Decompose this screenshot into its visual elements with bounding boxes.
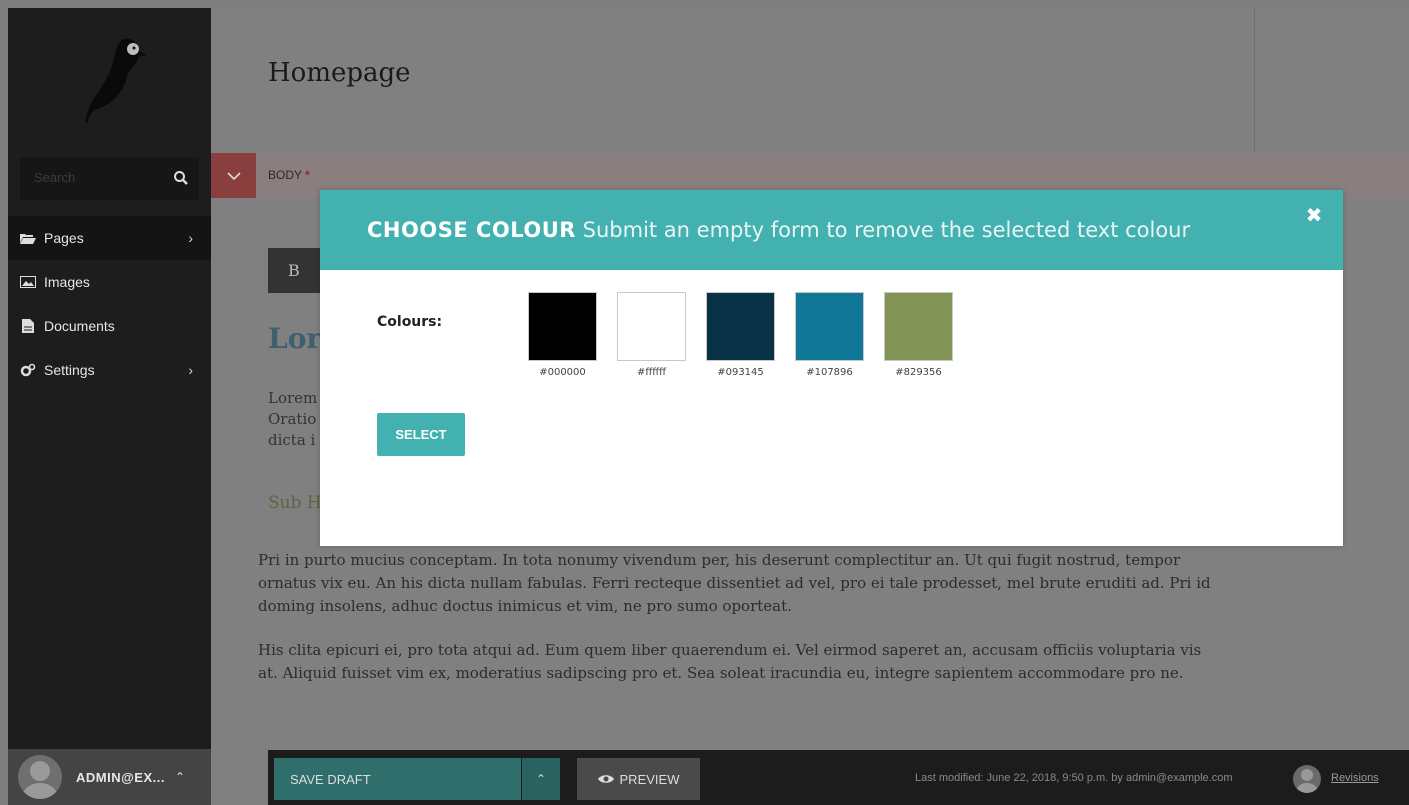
eye-icon: [597, 774, 614, 784]
content-heading: Lor: [268, 322, 322, 355]
search-placeholder: Search: [34, 170, 76, 185]
close-icon[interactable]: ✖: [1305, 205, 1323, 225]
swatch-option[interactable]: #000000: [528, 292, 597, 378]
colour-swatch[interactable]: [884, 292, 953, 361]
swatch-code: #107896: [806, 367, 853, 378]
folder-open-icon: [20, 231, 36, 245]
swatch-code: #000000: [539, 367, 586, 378]
preview-button[interactable]: PREVIEW: [577, 758, 700, 800]
swatch-option[interactable]: #ffffff: [617, 292, 686, 378]
paragraph-line: Lorem: [268, 389, 318, 407]
sidebar-item-pages[interactable]: Pages ›: [8, 216, 211, 260]
header-divider: [1254, 8, 1255, 153]
sidebar-item-settings[interactable]: Settings ›: [8, 348, 211, 392]
sidebar-item-documents[interactable]: Documents: [8, 304, 211, 348]
sidebar-item-label: Pages: [44, 230, 84, 246]
page-title: Homepage: [268, 58, 411, 88]
modal-title-sub: Submit an empty form to remove the selec…: [582, 218, 1191, 242]
search-icon[interactable]: [173, 170, 189, 186]
field-label-text: BODY: [268, 168, 302, 182]
sidebar-item-label: Settings: [44, 362, 95, 378]
swatch-option[interactable]: #829356: [884, 292, 953, 378]
avatar: [1293, 765, 1321, 793]
image-icon: [20, 275, 36, 289]
sidebar: Search Pages › Images Documents Settings…: [8, 8, 211, 805]
chevron-up-icon: ⌃: [535, 772, 547, 786]
select-button[interactable]: SELECT: [377, 413, 465, 456]
paragraph-line: Oratio: [268, 410, 317, 428]
collapse-toggle-button[interactable]: [211, 153, 256, 198]
more-actions-toggle[interactable]: ⌃: [522, 758, 560, 800]
chevron-right-icon: ›: [188, 230, 193, 246]
content-paragraph-3: His clita epicuri ei, pro tota atqui ad.…: [258, 641, 1202, 682]
colour-swatches: #000000 #ffffff #093145 #107896 #829356: [528, 292, 973, 378]
content-paragraph-1: Lorem Oratio dicta i: [268, 388, 328, 451]
swatch-code: #829356: [895, 367, 942, 378]
content-subheading: Sub H: [268, 493, 322, 513]
last-modified-text: Last modified: June 22, 2018, 9:50 p.m. …: [915, 772, 1233, 784]
modal-header: CHOOSE COLOUR Submit an empty form to re…: [320, 190, 1343, 270]
save-draft-button[interactable]: SAVE DRAFT: [274, 758, 521, 800]
wagtail-logo-icon[interactable]: [73, 31, 153, 131]
colour-swatch[interactable]: [528, 292, 597, 361]
colour-swatch[interactable]: [706, 292, 775, 361]
content-paragraph-2: Pri in purto mucius conceptam. In tota n…: [258, 551, 1211, 615]
choose-colour-modal: CHOOSE COLOUR Submit an empty form to re…: [320, 190, 1343, 546]
swatch-code: #093145: [717, 367, 764, 378]
swatch-code: #ffffff: [636, 367, 667, 378]
bold-button[interactable]: B: [268, 248, 328, 293]
swatch-option[interactable]: #107896: [795, 292, 864, 378]
cogs-icon: [20, 363, 36, 377]
required-marker: *: [305, 168, 310, 182]
account-name: ADMIN@EX...: [76, 769, 165, 785]
field-label: BODY *: [268, 168, 310, 182]
modal-title-strong: CHOOSE COLOUR: [367, 218, 576, 242]
chevron-up-icon: ⌃: [174, 770, 186, 784]
document-icon: [20, 319, 36, 333]
sidebar-item-label: Documents: [44, 318, 115, 334]
account-menu[interactable]: ADMIN@EX... ⌃: [8, 749, 211, 805]
swatch-option[interactable]: #093145: [706, 292, 775, 378]
chevron-right-icon: ›: [188, 362, 193, 378]
preview-label: PREVIEW: [619, 771, 680, 787]
avatar: [18, 755, 62, 799]
colours-label: Colours:: [377, 314, 443, 330]
search-input[interactable]: Search: [20, 158, 199, 200]
chevron-down-icon: [226, 171, 241, 180]
revisions-link[interactable]: Revisions: [1331, 772, 1379, 784]
sidebar-item-images[interactable]: Images: [8, 260, 211, 304]
sidebar-item-label: Images: [44, 274, 90, 290]
sidebar-nav: Pages › Images Documents Settings ›: [8, 216, 211, 392]
colour-swatch[interactable]: [795, 292, 864, 361]
modal-title: CHOOSE COLOUR Submit an empty form to re…: [367, 218, 1190, 242]
colour-swatch[interactable]: [617, 292, 686, 361]
paragraph-line: dicta i: [268, 431, 316, 449]
